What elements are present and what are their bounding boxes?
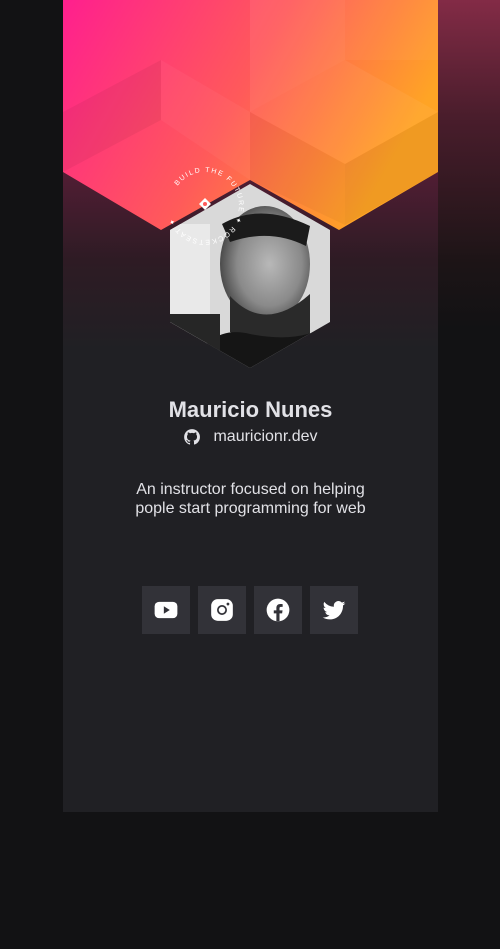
github-link[interactable]: mauricionr.dev [63, 428, 438, 446]
bio-line: An instructor focused on helping [136, 481, 365, 498]
profile-name: Mauricio Nunes [168, 397, 333, 422]
github-icon [184, 429, 201, 445]
facebook-icon [266, 598, 290, 622]
twitter-button[interactable] [310, 586, 358, 634]
youtube-icon [154, 601, 178, 619]
github-handle: mauricionr.dev [213, 428, 318, 445]
twitter-icon [322, 601, 346, 620]
bio-line: pople start programming for web [135, 500, 366, 517]
social-links [142, 586, 358, 634]
instagram-icon [211, 599, 233, 621]
youtube-button[interactable] [142, 586, 190, 634]
profile-card: BUILD THE FUTURE ✦ ROCKETSEAT ✦ Mauricio… [63, 0, 438, 812]
profile-bio: An instructor focused on helping pople s… [63, 480, 438, 518]
background-glow [438, 0, 500, 330]
page: BUILD THE FUTURE ✦ ROCKETSEAT ✦ Mauricio… [0, 0, 500, 949]
instagram-button[interactable] [198, 586, 246, 634]
rocketseat-badge: BUILD THE FUTURE ✦ ROCKETSEAT ✦ [167, 167, 242, 245]
facebook-button[interactable] [254, 586, 302, 634]
